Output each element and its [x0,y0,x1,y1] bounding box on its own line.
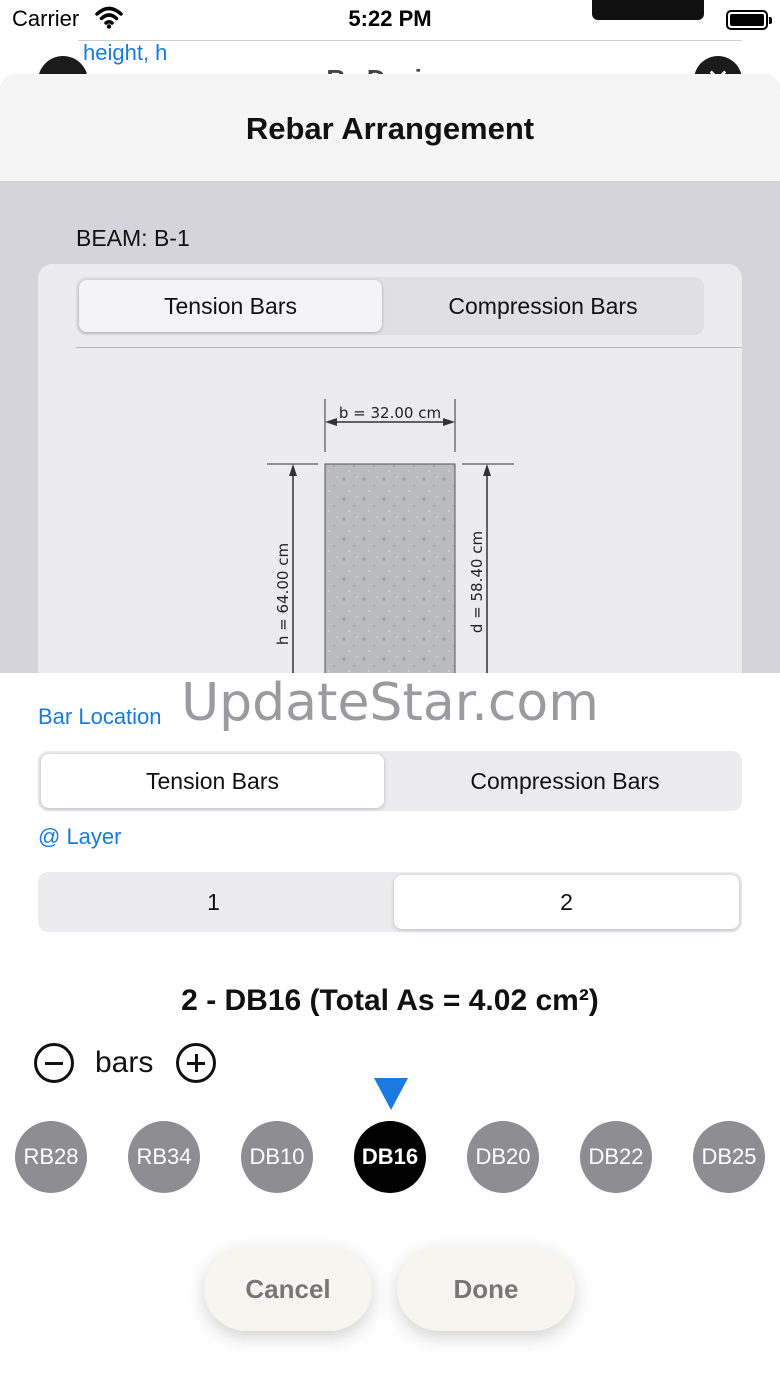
increment-bars-button[interactable] [176,1043,216,1083]
layer-segment: 1 2 [38,872,742,932]
bar-location-segment: Tension Bars Compression Bars [38,751,742,811]
layer-label: @ Layer [38,824,122,849]
height-link[interactable]: height, h [83,40,167,66]
bar-location-label: Bar Location [38,704,162,729]
divider [78,40,742,41]
status-bar-pill [592,0,704,20]
height-label: h = 64.00 cm [274,543,292,645]
done-button[interactable]: Done [397,1247,575,1331]
width-label: b = 32.00 cm [339,404,441,422]
battery-icon [726,10,772,30]
arrow-right-icon [443,418,455,426]
depth-label: d = 58.40 cm [468,531,486,633]
cancel-button[interactable]: Cancel [204,1247,372,1331]
rebar-summary: 2 - DB16 (Total As = 4.02 cm²) [181,984,599,1017]
segment-compression-bars[interactable]: Compression Bars [390,754,740,808]
arrow-up-icon [289,464,297,476]
bar-size-rb34[interactable]: RB34 [128,1121,200,1193]
segment-layer-2[interactable]: 2 [394,875,739,929]
beam-section-diagram: b = 32.00 cm h = 64.00 cm d = 58.40 cm [267,399,514,694]
bar-size-db20[interactable]: DB20 [467,1121,539,1193]
rebar-sheet: Rebar Arrangement BEAM: B-1 Tension Bars… [0,74,780,694]
selection-pointer-icon [374,1078,408,1110]
decrement-bars-button[interactable] [34,1043,74,1083]
concrete-section [324,463,456,694]
bar-selection-panel: UpdateStar.com Bar Location Tension Bars… [0,673,780,1387]
bar-size-db22[interactable]: DB22 [580,1121,652,1193]
segment-tension-bars[interactable]: Tension Bars [41,754,384,808]
segment-layer-1[interactable]: 1 [41,875,386,929]
bars-label: bars [95,1046,154,1079]
bar-size-db25[interactable]: DB25 [693,1121,765,1193]
bar-size-db16[interactable]: DB16 [354,1121,426,1193]
bar-size-db10[interactable]: DB10 [241,1121,313,1193]
arrow-left-icon [325,418,337,426]
status-bar: Carrier 5:22 PM [0,0,780,40]
bar-size-rb28[interactable]: RB28 [15,1121,87,1193]
arrow-up-icon [483,464,491,476]
